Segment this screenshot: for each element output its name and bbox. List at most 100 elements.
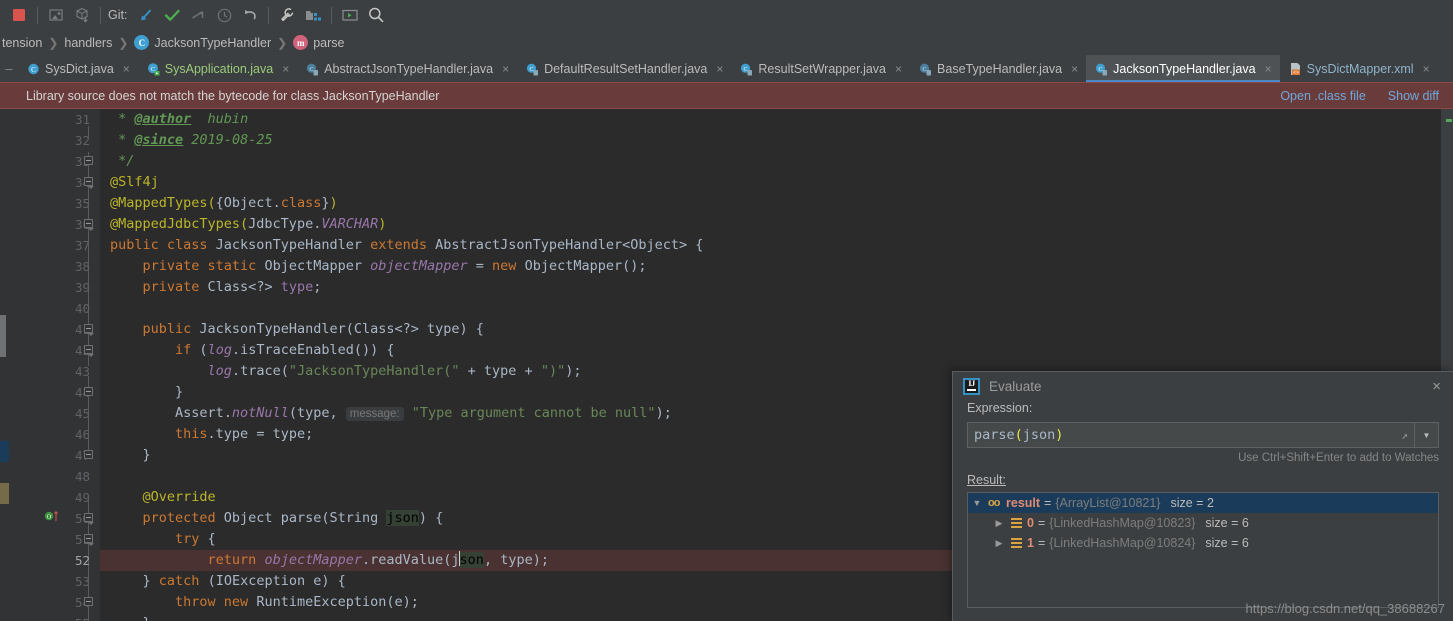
gutter-line-number[interactable]: 45 <box>12 403 100 424</box>
fold-handle[interactable] <box>84 534 93 543</box>
fold-handle[interactable] <box>84 177 93 186</box>
breadcrumb-item-tension[interactable]: tension <box>0 36 44 50</box>
tab-list-toggle[interactable]: – <box>0 55 18 82</box>
git-update-project-button[interactable] <box>133 3 159 27</box>
code-line[interactable]: @MappedTypes({Object.class}) <box>110 193 1441 214</box>
stop-button[interactable] <box>6 3 32 27</box>
fold-handle[interactable] <box>84 450 93 459</box>
close-icon[interactable]: × <box>1265 62 1272 76</box>
expand-editor-icon[interactable]: ↗ <box>1401 429 1408 442</box>
gutter-line-number[interactable]: 31 <box>12 109 100 130</box>
fold-handle[interactable] <box>84 345 93 354</box>
close-icon[interactable]: × <box>1423 62 1430 76</box>
intellij-idea-icon <box>963 378 980 395</box>
open-class-file-link[interactable]: Open .class file <box>1280 89 1365 103</box>
code-line[interactable]: public JacksonTypeHandler(Class<?> type)… <box>110 319 1441 340</box>
package-download-button[interactable] <box>69 3 95 27</box>
close-icon[interactable]: × <box>716 62 723 76</box>
gutter-line-number[interactable]: 55 <box>12 613 100 621</box>
change-marker-modified[interactable] <box>0 315 6 357</box>
svg-text:C: C <box>744 66 748 72</box>
fold-handle[interactable] <box>84 219 93 228</box>
terminal-button[interactable] <box>337 3 363 27</box>
tab-basetypehandler-java[interactable]: C BaseTypeHandler.java × <box>910 55 1086 82</box>
evaluate-dialog[interactable]: Evaluate × Expression: parse(json) ↗ ▼ U… <box>952 371 1453 621</box>
selected-identifier[interactable]: json <box>386 510 419 526</box>
result-tree-row[interactable]: ▶ 1 = {LinkedHashMap@10824} size = 6 <box>968 533 1438 553</box>
gutter-line-number[interactable]: 39 <box>12 277 100 298</box>
expander-icon[interactable]: ▶ <box>992 518 1006 529</box>
fold-handle[interactable] <box>84 324 93 333</box>
gutter-line-number[interactable]: 35 <box>12 193 100 214</box>
code-line[interactable]: private Class<?> type; <box>110 277 1441 298</box>
breadcrumb-item-class[interactable]: C JacksonTypeHandler <box>132 35 273 50</box>
tab-jacksontypehandler-java[interactable]: C JacksonTypeHandler.java × <box>1086 55 1279 82</box>
editor-gutter[interactable]: 3132333435363738394041424344454647484950… <box>12 109 100 621</box>
fold-handle[interactable] <box>84 597 93 606</box>
git-commit-button[interactable] <box>159 3 185 27</box>
list-icon <box>1010 517 1023 529</box>
tab-sysdict-java[interactable]: C SysDict.java × <box>18 55 138 82</box>
expression-history-dropdown[interactable]: ▼ <box>1415 422 1439 448</box>
expander-icon[interactable]: ▼ <box>970 498 984 508</box>
screenshot-button[interactable] <box>43 3 69 27</box>
git-revert-button[interactable] <box>237 3 263 27</box>
gutter-line-number[interactable]: 48 <box>12 466 100 487</box>
git-push-button[interactable] <box>185 3 211 27</box>
breadcrumb-separator-icon: ❯ <box>44 36 62 50</box>
show-diff-link[interactable]: Show diff <box>1388 89 1439 103</box>
result-tree[interactable]: ▼ oo result = {ArrayList@10821} size = 2… <box>967 492 1439 608</box>
change-marker-changed[interactable] <box>0 483 9 504</box>
result-tree-row[interactable]: ▶ 0 = {LinkedHashMap@10823} size = 6 <box>968 513 1438 533</box>
expression-input[interactable]: parse(json) ↗ <box>967 422 1415 448</box>
breadcrumb-item-method[interactable]: m parse <box>291 35 346 50</box>
gutter-line-number[interactable]: 52 <box>12 550 100 571</box>
gutter-line-number[interactable]: 43 <box>12 361 100 382</box>
tab-sysapplication-java[interactable]: C SysApplication.java × <box>138 55 297 82</box>
code-line[interactable]: @MappedJdbcTypes(JdbcType.VARCHAR) <box>110 214 1441 235</box>
gutter-line-number[interactable]: 53 <box>12 571 100 592</box>
evaluate-dialog-titlebar[interactable]: Evaluate × <box>953 372 1453 401</box>
fold-handle[interactable] <box>84 156 93 165</box>
gutter-line-number[interactable]: 49 <box>12 487 100 508</box>
git-history-button[interactable] <box>211 3 237 27</box>
gutter-line-number[interactable]: 37 <box>12 235 100 256</box>
selected-identifier[interactable]: son <box>460 552 484 568</box>
code-line[interactable]: * @author hubin <box>110 109 1441 130</box>
tab-sysdictmapper-xml[interactable]: <> SysDictMapper.xml × <box>1280 55 1438 82</box>
code-line[interactable]: public class JacksonTypeHandler extends … <box>110 235 1441 256</box>
gutter-line-number[interactable]: 46 <box>12 424 100 445</box>
code-line[interactable]: private static ObjectMapper objectMapper… <box>110 256 1441 277</box>
stripe-mark[interactable] <box>1446 119 1452 122</box>
code-line[interactable]: if (log.isTraceEnabled()) { <box>110 340 1441 361</box>
close-icon[interactable]: × <box>282 62 289 76</box>
code-line[interactable]: */ <box>110 151 1441 172</box>
gutter-line-number[interactable]: 32 <box>12 130 100 151</box>
search-everywhere-button[interactable] <box>363 3 389 27</box>
fold-handle[interactable] <box>84 513 93 522</box>
breadcrumb-item-handlers[interactable]: handlers <box>62 36 114 50</box>
close-icon[interactable]: × <box>502 62 509 76</box>
close-icon[interactable]: × <box>1071 62 1078 76</box>
fold-handle[interactable] <box>84 387 93 396</box>
expander-icon[interactable]: ▶ <box>992 538 1006 549</box>
tab-resultsetwrapper-java[interactable]: C ResultSetWrapper.java × <box>731 55 910 82</box>
tab-abstractjsontypehandler-java[interactable]: C AbstractJsonTypeHandler.java × <box>297 55 517 82</box>
code-line[interactable]: * @since 2019-08-25 <box>110 130 1441 151</box>
project-structure-button[interactable] <box>300 3 326 27</box>
gutter-line-number[interactable]: 40 <box>12 298 100 319</box>
close-icon[interactable]: × <box>123 62 130 76</box>
code-line[interactable] <box>110 298 1441 319</box>
settings-button[interactable] <box>274 3 300 27</box>
close-icon[interactable]: × <box>1430 378 1443 395</box>
override-method-icon[interactable]: O <box>44 509 62 523</box>
change-marker-vcs[interactable] <box>0 441 9 462</box>
change-marker-column[interactable] <box>0 109 12 621</box>
tab-defaultresultsethandler-java[interactable]: C DefaultResultSetHandler.java × <box>517 55 731 82</box>
code-line[interactable]: @Slf4j <box>110 172 1441 193</box>
evaluate-dialog-body: Expression: parse(json) ↗ ▼ Use Ctrl+Shi… <box>953 401 1453 608</box>
result-tree-row[interactable]: ▼ oo result = {ArrayList@10821} size = 2 <box>968 493 1438 513</box>
close-icon[interactable]: × <box>895 62 902 76</box>
breadcrumb-label: parse <box>313 36 344 50</box>
gutter-line-number[interactable]: 38 <box>12 256 100 277</box>
